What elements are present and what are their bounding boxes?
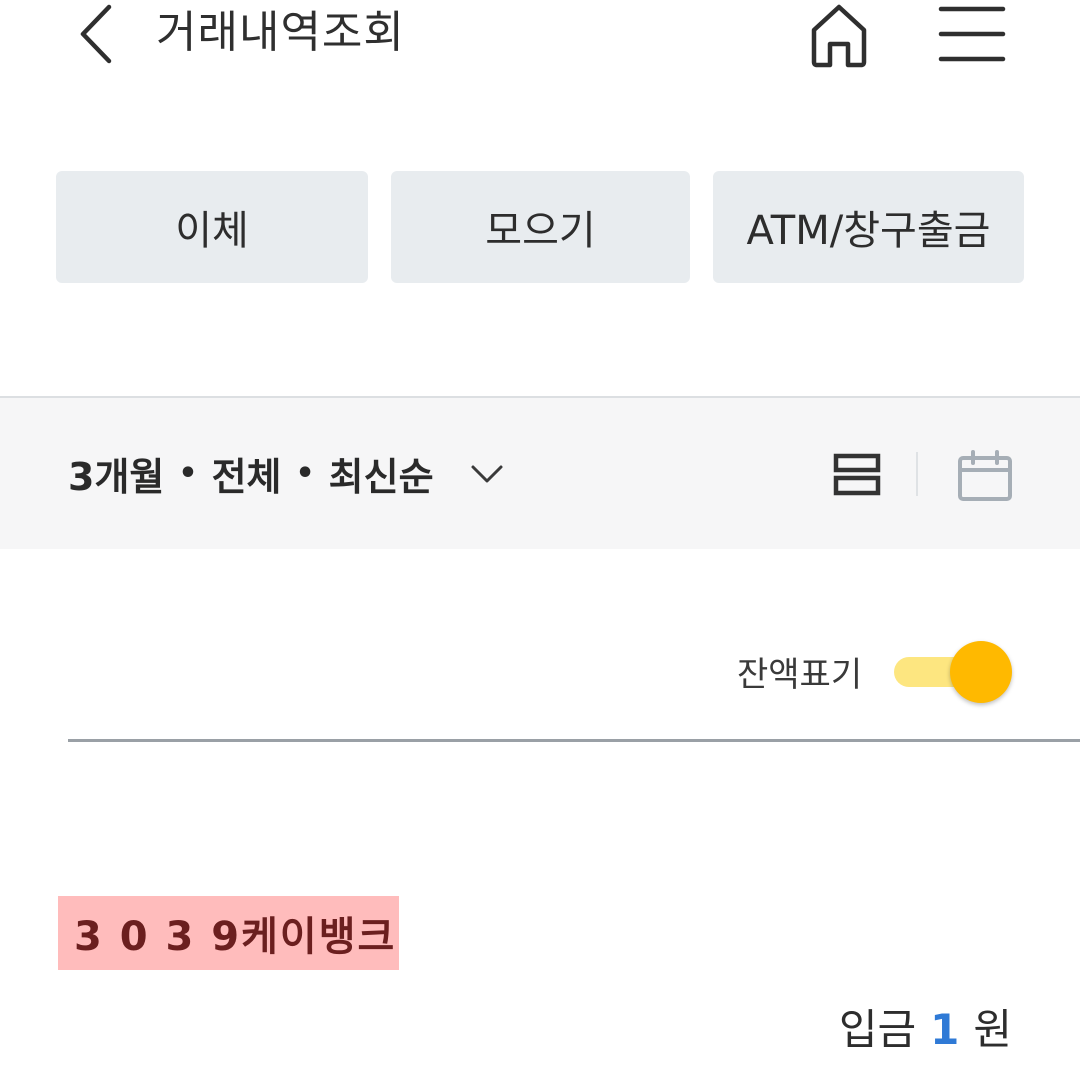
hamburger-menu-icon [938,6,1006,62]
home-icon [811,4,867,68]
separator-dot: • [178,456,198,491]
atm-withdrawal-filter-button[interactable]: ATM/창구출금 [713,171,1024,283]
chevron-left-icon [80,4,112,64]
section-divider [68,739,1080,742]
separator-dot: • [295,456,315,491]
period-option: 3개월 [68,455,165,499]
transaction-amount: 입금 1 원 [839,996,1012,1057]
back-button[interactable] [70,2,120,66]
amount-value: 1 [930,1005,960,1054]
filter-button-group: 이체 모으기 ATM/창구출금 [0,171,1080,283]
app-header: 거래내역조회 [0,0,1080,70]
options-bar: 3개월 • 전체 • 최신순 [0,396,1080,549]
list-view-icon[interactable] [832,453,884,497]
search-options-dropdown[interactable]: 3개월 • 전체 • 최신순 [68,446,504,501]
type-option: 전체 [211,455,282,499]
amount-unit: 원 [973,1005,1012,1054]
sort-option: 최신순 [328,455,434,499]
icon-divider [916,452,918,496]
transfer-filter-button[interactable]: 이체 [56,171,368,283]
balance-display-row: 잔액표기 [0,635,1080,715]
calendar-icon[interactable] [956,450,1014,502]
balance-display-label: 잔액표기 [737,655,863,695]
chevron-down-icon [470,464,504,484]
page-title: 거래내역조회 [156,7,405,58]
transaction-name[interactable]: 3 0 3 9케이뱅크 [58,896,399,970]
home-button[interactable] [806,0,872,70]
menu-button[interactable] [934,0,1010,66]
balance-display-toggle[interactable] [892,639,1016,703]
toggle-knob [950,641,1012,703]
savings-filter-button[interactable]: 모으기 [391,171,690,283]
transaction-type-label: 입금 [838,1005,917,1054]
